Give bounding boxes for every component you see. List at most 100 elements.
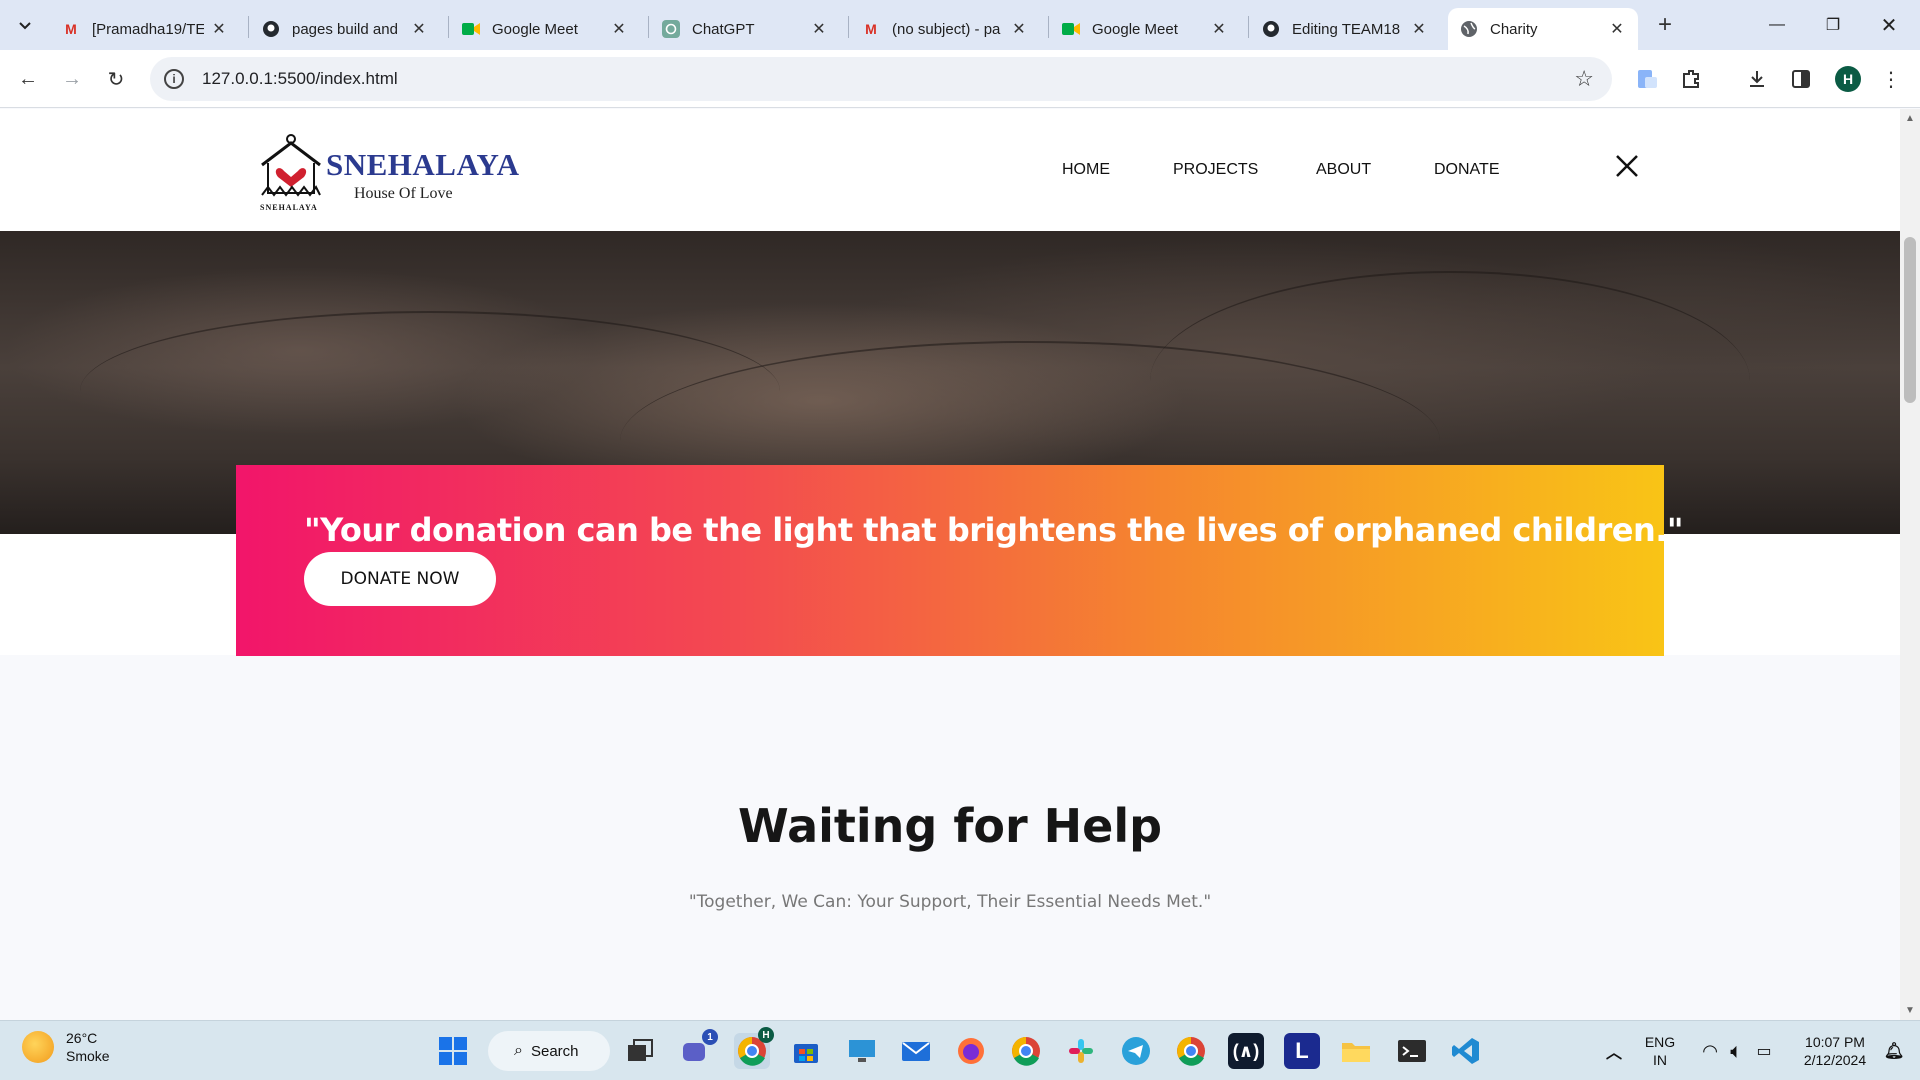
tab-divider [1248,16,1249,38]
nav-home[interactable]: HOME [1062,161,1110,179]
tab-strip: M [Pramadha19/TE ✕ pages build and ✕ Goo… [0,0,1920,50]
terminal-icon[interactable] [1394,1033,1430,1069]
menu-close-button[interactable] [1612,151,1642,181]
chatgpt-icon [662,20,680,38]
desktop-icon[interactable] [844,1033,880,1069]
weather-sun-icon [22,1031,54,1063]
tray-expand-icon[interactable]: ︿ [1596,1033,1632,1069]
notification-bell-icon[interactable]: 🔔︎ [1876,1033,1912,1069]
close-icon[interactable]: ✕ [1210,20,1228,38]
plus-icon: + [1657,11,1672,38]
github-icon [1262,20,1280,38]
arrow-left-icon: ← [18,67,38,90]
profile-avatar[interactable]: H [1835,66,1861,92]
restore-button[interactable]: ❐ [1810,0,1856,50]
chrome-profile-badge: H [758,1027,774,1043]
meet-icon [1062,20,1080,38]
donate-now-button[interactable]: DONATE NOW [304,552,496,606]
store-icon[interactable] [788,1033,824,1069]
extensions-puzzle-icon[interactable] [1676,64,1706,94]
site-info-icon[interactable]: i [164,69,184,89]
battery-icon[interactable]: ▭ [1746,1033,1782,1069]
url-text[interactable]: 127.0.0.1:5500/index.html [202,69,398,89]
close-icon[interactable]: ✕ [410,20,428,38]
tab-title: (no subject) - pa [892,20,1001,38]
scroll-up-icon[interactable]: ▲ [1905,113,1915,124]
telegram-icon[interactable] [1118,1033,1154,1069]
gmail-icon: M [65,21,77,37]
bookmark-star-icon[interactable]: ☆ [1574,66,1594,92]
tab-title: pages build and [292,20,398,38]
scrollbar-thumb[interactable] [1904,237,1916,403]
tab-google-meet-2[interactable]: Google Meet ✕ [1050,8,1240,50]
minimize-icon: — [1769,16,1785,33]
new-tab-button[interactable]: + [1650,10,1680,40]
weather-widget[interactable]: 26°C Smoke [22,1029,110,1065]
chrome-profile-icon[interactable] [1173,1033,1209,1069]
close-window-button[interactable]: ✕ [1866,0,1912,50]
start-button[interactable] [435,1033,471,1069]
more-menu-icon[interactable]: ⋮ [1876,64,1906,94]
close-icon[interactable]: ✕ [610,20,628,38]
chrome-taskbar-icon[interactable]: H [734,1027,774,1069]
nav-about[interactable]: ABOUT [1316,161,1371,179]
nav-projects[interactable]: PROJECTS [1173,161,1258,179]
site-logo[interactable]: SNEHALAYA House Of Love SNEHALAYA [258,133,519,213]
taskbar: 26°C Smoke ⌕ Search 1 H (∧) L ︿ ENG IN ◠… [0,1020,1920,1080]
tab-github-pages[interactable]: pages build and ✕ [250,8,440,50]
l-app-icon[interactable]: L [1284,1033,1320,1069]
github-icon [262,20,280,38]
address-bar[interactable]: i 127.0.0.1:5500/index.html ☆ [150,57,1612,101]
close-icon[interactable]: ✕ [1608,20,1626,38]
close-icon[interactable]: ✕ [1410,20,1428,38]
tab-search-button[interactable] [10,10,40,40]
tab-divider [848,16,849,38]
scroll-down-icon[interactable]: ▼ [1905,1005,1915,1016]
chrome-icon[interactable] [1008,1033,1044,1069]
windows-icon [439,1037,467,1065]
clock-time: 10:07 PM [1805,1034,1865,1050]
mail-icon[interactable] [898,1033,934,1069]
firefox-icon[interactable] [953,1033,989,1069]
taskbar-search[interactable]: ⌕ Search [488,1031,610,1071]
browser-toolbar: ← → ↻ i 127.0.0.1:5500/index.html ☆ ⋮ [0,50,1920,108]
tab-gmail-2[interactable]: M (no subject) - pa ✕ [850,8,1040,50]
language-indicator[interactable]: ENG IN [1642,1033,1678,1069]
code-app-icon[interactable]: (∧) [1228,1033,1264,1069]
teams-icon[interactable]: 1 [678,1029,718,1069]
slack-icon[interactable] [1063,1033,1099,1069]
extension-icon[interactable] [1632,64,1662,94]
file-explorer-icon[interactable] [1338,1033,1374,1069]
weather-desc: Smoke [66,1048,110,1064]
side-panel-icon[interactable] [1786,64,1816,94]
nav-donate[interactable]: DONATE [1434,161,1499,179]
weather-temp: 26°C [66,1030,98,1046]
close-icon[interactable]: ✕ [1010,20,1028,38]
lang-line1: ENG [1644,1034,1676,1050]
close-icon [1616,155,1638,177]
tab-divider [248,16,249,38]
back-button[interactable]: ← [12,63,44,95]
clock[interactable]: 10:07 PM 2/12/2024 [1790,1033,1880,1069]
vscode-icon[interactable] [1448,1033,1484,1069]
task-view-icon[interactable] [622,1033,658,1069]
download-icon[interactable] [1742,64,1772,94]
logo-small-text: SNEHALAYA [260,203,318,212]
section-title: Waiting for Help [737,799,1163,853]
tab-charity[interactable]: Charity ✕ [1448,8,1638,50]
close-icon[interactable]: ✕ [210,20,228,38]
reload-button[interactable]: ↻ [100,63,132,95]
tab-google-meet-1[interactable]: Google Meet ✕ [450,8,640,50]
minimize-button[interactable]: — [1754,0,1800,50]
gmail-icon: M [865,21,877,37]
close-icon[interactable]: ✕ [810,20,828,38]
page-scrollbar[interactable]: ▲ ▼ [1900,109,1920,1020]
tab-gmail-1[interactable]: M [Pramadha19/TE ✕ [50,8,240,50]
tab-divider [648,16,649,38]
teams-badge: 1 [702,1029,718,1045]
forward-button[interactable]: → [56,63,88,95]
page-viewport: SNEHALAYA House Of Love SNEHALAYA HOME P… [0,109,1900,1020]
section-subtitle: "Together, We Can: Your Support, Their E… [688,892,1212,912]
tab-github-editing[interactable]: Editing TEAM18 ✕ [1250,8,1440,50]
tab-chatgpt[interactable]: ChatGPT ✕ [650,8,840,50]
